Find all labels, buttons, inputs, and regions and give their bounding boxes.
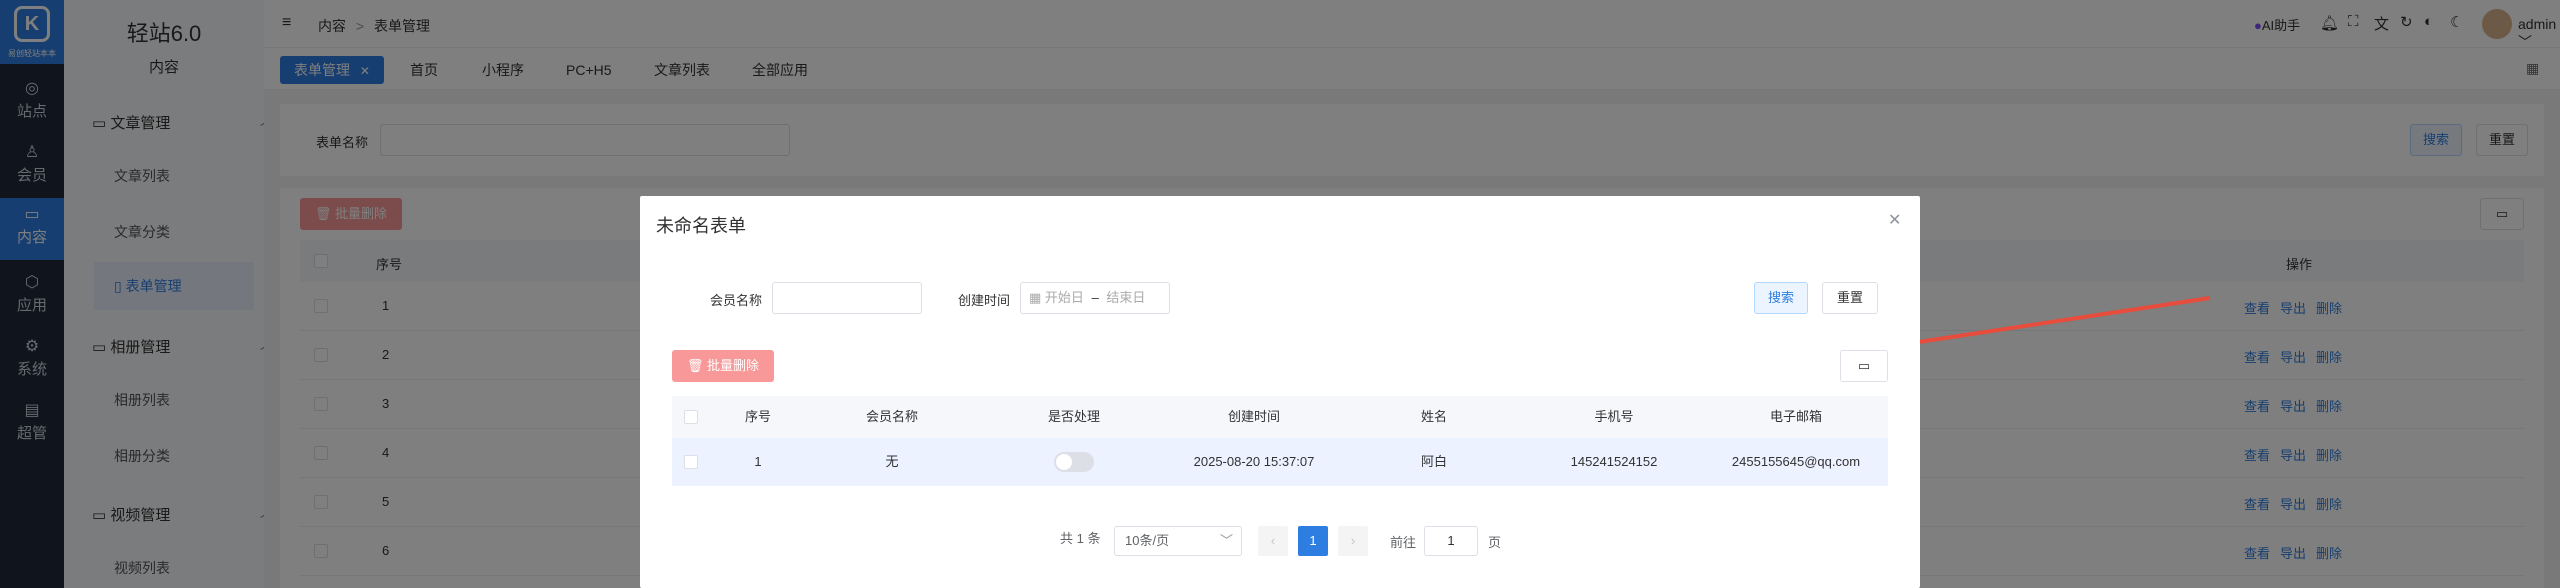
table-row[interactable]: 1 无 2025-08-20 15:37:07 阿白 145241524152 … <box>672 438 1888 486</box>
next-page-button[interactable]: › <box>1338 526 1368 556</box>
member-name-input[interactable] <box>772 282 922 314</box>
dialog-table-header: 序号 会员名称 是否处理 创建时间 姓名 手机号 电子邮箱 <box>672 396 1888 438</box>
page-suffix: 页 <box>1488 535 1502 550</box>
cell-created: 2025-08-20 15:37:07 <box>1193 454 1315 469</box>
cell-member: 无 <box>885 454 899 469</box>
dialog-search-button[interactable]: 搜索 <box>1754 282 1808 314</box>
range-separator: – <box>1091 290 1099 305</box>
header-index: 序号 <box>744 409 771 424</box>
folder-icon: ▭ <box>1857 358 1871 373</box>
pagination-total: 共 1 条 <box>1060 531 1101 546</box>
cell-name: 阿白 <box>1420 454 1447 469</box>
close-icon[interactable]: ✕ <box>1888 210 1901 230</box>
dialog-title: 未命名表单 <box>656 216 746 236</box>
dialog-bulk-delete-button[interactable]: 🗑︎ 批量删除 <box>672 350 774 382</box>
cell-index: 1 <box>754 454 762 469</box>
member-label: 会员名称 <box>710 293 763 308</box>
header-member: 会员名称 <box>865 409 918 424</box>
goto-page-input[interactable]: 1 <box>1424 526 1478 556</box>
header-processed: 是否处理 <box>1047 409 1100 424</box>
header-created: 创建时间 <box>1227 409 1280 424</box>
page-size-select[interactable]: 10条/页 ﹀ <box>1114 526 1242 556</box>
page-number-current[interactable]: 1 <box>1298 526 1328 556</box>
dialog-column-settings-button[interactable]: ▭ <box>1840 350 1888 382</box>
goto-label: 前往 <box>1390 535 1417 550</box>
form-dialog: 未命名表单 ✕ 会员名称 创建时间 ▦ 开始日 – 结束日 搜索 重置 🗑︎ 批… <box>640 196 1920 588</box>
button-label: 批量删除 <box>707 358 760 373</box>
header-name: 姓名 <box>1420 409 1447 424</box>
calendar-icon: ▦ <box>1029 290 1042 305</box>
end-date-placeholder: 结束日 <box>1106 290 1146 305</box>
row-checkbox[interactable] <box>684 455 698 469</box>
dialog-reset-button[interactable]: 重置 <box>1822 282 1878 314</box>
cell-email: 2455155645@qq.com <box>1731 454 1861 469</box>
header-email: 电子邮箱 <box>1769 409 1822 424</box>
date-range-picker[interactable]: ▦ 开始日 – 结束日 <box>1020 282 1170 314</box>
switch-knob <box>1056 454 1072 470</box>
header-phone: 手机号 <box>1594 409 1634 424</box>
processed-switch[interactable] <box>1054 452 1094 472</box>
trash-icon: 🗑︎ <box>686 358 708 373</box>
time-label: 创建时间 <box>958 293 1011 308</box>
select-all-checkbox[interactable] <box>684 410 698 424</box>
chevron-down-icon: ﹀ <box>1219 533 1233 548</box>
start-date-placeholder: 开始日 <box>1044 290 1084 305</box>
page-size-value: 10条/页 <box>1125 533 1170 548</box>
cell-phone: 145241524152 <box>1570 454 1658 469</box>
prev-page-button[interactable]: ‹ <box>1258 526 1288 556</box>
